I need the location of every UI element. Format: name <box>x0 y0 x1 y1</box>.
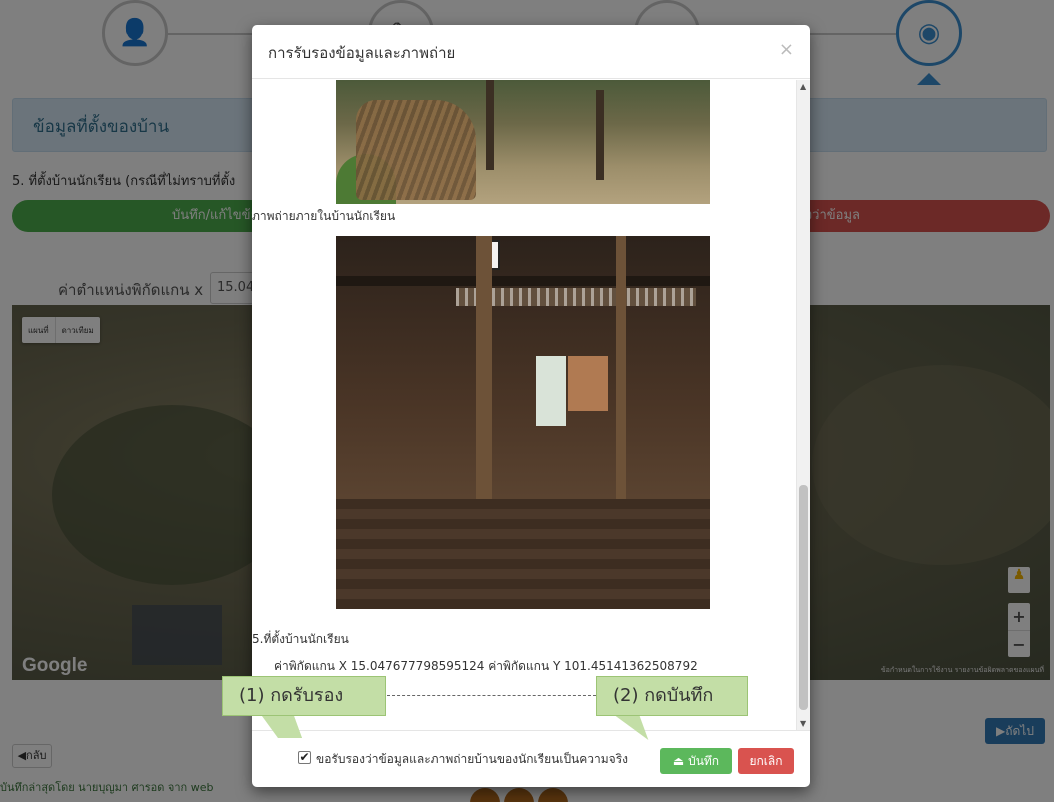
confirmation-modal: การรับรองข้อมูลและภาพถ่าย × ภาพถ่ายภายใน… <box>252 25 810 787</box>
photo-detail <box>456 288 696 306</box>
confirm-checkbox[interactable]: ✔ <box>298 751 311 764</box>
house-exterior-photo <box>336 80 710 204</box>
scroll-thumb[interactable] <box>799 485 808 710</box>
photo-detail <box>568 356 608 411</box>
photo-detail <box>356 100 476 200</box>
photo-detail <box>336 499 710 609</box>
modal-scrollbar[interactable]: ▲ ▼ <box>796 80 810 730</box>
cancel-button[interactable]: ยกเลิก <box>738 748 794 774</box>
save-button[interactable]: ⏏ บันทึก <box>660 748 732 774</box>
location-heading: 5.ที่ตั้งบ้านนักเรียน <box>252 632 349 646</box>
photo-detail <box>536 356 566 426</box>
modal-title: การรับรองข้อมูลและภาพถ่าย <box>268 44 456 62</box>
modal-header: การรับรองข้อมูลและภาพถ่าย × <box>252 25 810 79</box>
scroll-down-icon[interactable]: ▼ <box>800 719 806 728</box>
close-icon[interactable]: × <box>779 39 794 60</box>
callout-save: (2) กดบันทึก <box>596 676 748 716</box>
modal-footer: ✔ ขอรับรองว่าข้อมูลและภาพถ่ายบ้านของนักเ… <box>252 730 810 787</box>
location-coordinates: ค่าพิกัดแกน X 15.047677798595124 ค่าพิกั… <box>274 659 698 673</box>
photo-detail <box>486 80 494 170</box>
photo-detail <box>336 276 710 286</box>
callout-connector <box>387 695 596 696</box>
house-interior-photo <box>336 236 710 609</box>
callout-confirm: (1) กดรับรอง <box>222 676 386 716</box>
scroll-up-icon[interactable]: ▲ <box>800 82 806 91</box>
modal-body: ภาพถ่ายภายในบ้านนักเรียน 5.ที่ตั้งบ้านนั… <box>252 80 810 730</box>
confirm-label[interactable]: ขอรับรองว่าข้อมูลและภาพถ่ายบ้านของนักเรี… <box>316 750 628 769</box>
interior-photo-caption: ภาพถ่ายภายในบ้านนักเรียน <box>252 209 396 223</box>
photo-detail <box>596 90 604 180</box>
